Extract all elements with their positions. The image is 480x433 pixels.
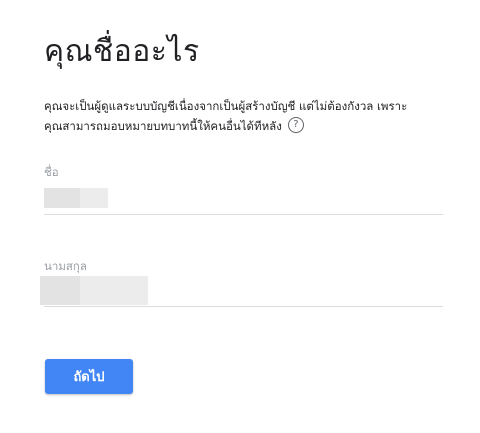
intro-text-line-2-text: คุณสามารถมอบหมายบทบาทนี้ให้คนอื่นได้ทีหล… [44,119,282,133]
first-name-input-wrapper [44,186,443,215]
last-name-field: นามสกุล [40,258,443,307]
first-name-field: ชื่อ [44,164,443,215]
last-name-input[interactable] [44,276,443,306]
last-name-input-wrapper [40,276,443,307]
intro-text-line-2: คุณสามารถมอบหมายบทบาทนี้ให้คนอื่นได้ทีหล… [44,116,464,136]
first-name-label: ชื่อ [44,165,59,179]
next-button[interactable]: ถัดไป [45,359,133,394]
page-title: คุณชื่ออะไร [44,34,200,69]
last-name-label: นามสกุล [44,259,87,273]
intro-text: คุณจะเป็นผู้ดูแลระบบบัญชีเนื่องจากเป็นผู… [44,96,464,136]
first-name-input[interactable] [44,186,443,214]
help-circle-icon[interactable]: ? [287,116,304,133]
intro-text-line-1: คุณจะเป็นผู้ดูแลระบบบัญชีเนื่องจากเป็นผู… [44,99,408,113]
